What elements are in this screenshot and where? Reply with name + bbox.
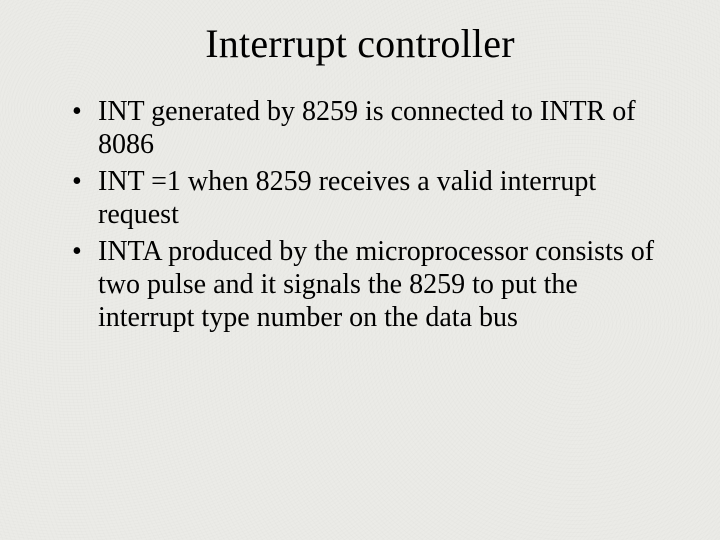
slide-title: Interrupt controller [44,20,676,67]
list-item: INT generated by 8259 is connected to IN… [72,95,676,161]
list-item: INTA produced by the microprocessor cons… [72,235,676,334]
list-item: INT =1 when 8259 receives a valid interr… [72,165,676,231]
bullet-list: INT generated by 8259 is connected to IN… [44,95,676,334]
slide: Interrupt controller INT generated by 82… [0,0,720,540]
